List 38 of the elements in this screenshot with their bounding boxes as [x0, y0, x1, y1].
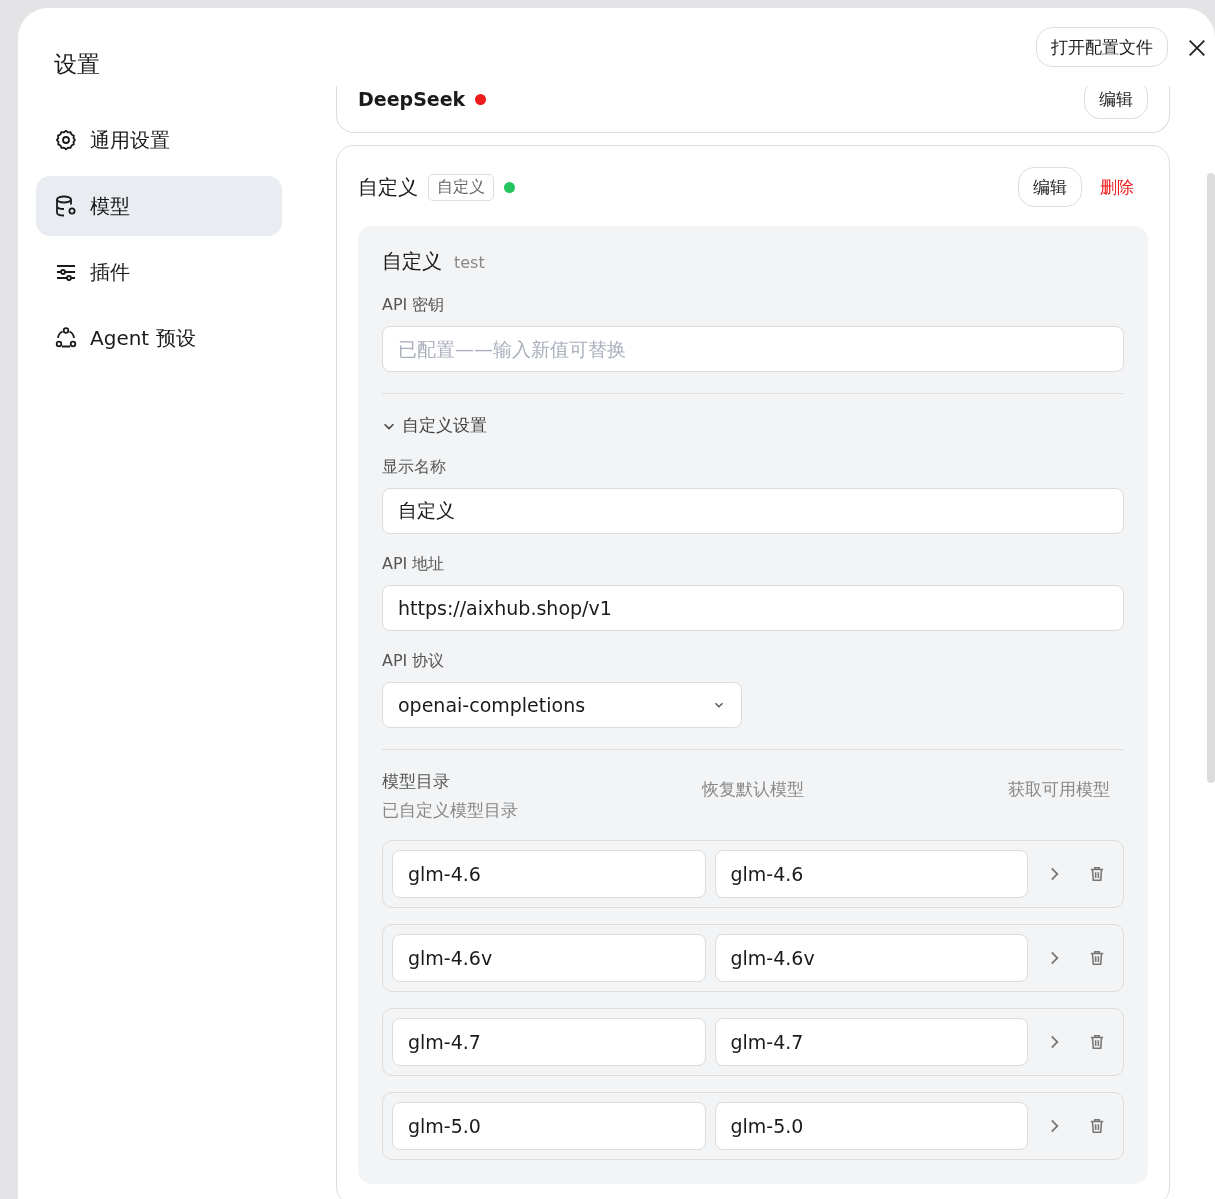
sidebar-item[interactable]: 通用设置 [36, 110, 282, 170]
field-label: 显示名称 [382, 457, 446, 478]
open-config-button[interactable]: 打开配置文件 [1036, 27, 1168, 67]
field-label: API 地址 [382, 554, 445, 575]
gear-icon [54, 128, 78, 152]
dialog-title: 设置 [54, 50, 100, 79]
model-id-field[interactable]: glm-4.6v [392, 934, 706, 982]
model-name-field[interactable]: glm-4.6 [714, 850, 1028, 898]
model-name-field[interactable]: glm-4.7 [714, 1018, 1028, 1066]
provider-tag: 自定义 [428, 173, 494, 201]
model-id-field[interactable]: glm-4.6 [392, 850, 706, 898]
model-name-field[interactable]: glm-4.6v [714, 934, 1028, 982]
sidebar-item[interactable]: 模型 [36, 176, 282, 236]
model-id-field[interactable]: glm-5.0 [392, 1102, 706, 1150]
settings-title: 自定义 [382, 248, 442, 275]
settings-subtitle: test [454, 253, 485, 272]
api-url-field[interactable]: https://aixhub.shop/v1 [382, 585, 1124, 631]
field-label: API 密钥 [382, 295, 445, 316]
field-label: API 协议 [382, 651, 445, 672]
protocol-dropdown[interactable]: openai-completions [382, 682, 742, 728]
nodes-icon [54, 326, 78, 350]
edit-button[interactable]: 编辑 [1018, 167, 1082, 207]
sidebar-item[interactable]: Agent 预设 [36, 308, 282, 368]
edit-button[interactable]: 编辑 [1084, 86, 1148, 119]
api-key-field[interactable]: 已配置——输入新值可替换 [382, 326, 1124, 372]
display-name-field[interactable]: 自定义 [382, 488, 1124, 534]
provider-name: 自定义 [358, 173, 418, 201]
model-name-field[interactable]: glm-5.0 [714, 1102, 1028, 1150]
catalog-subtitle: 已自定义模型目录 [382, 799, 519, 822]
provider-name: DeepSeek [358, 88, 466, 110]
sidebar-item[interactable]: 插件 [36, 242, 282, 302]
model-id-field[interactable]: glm-4.7 [392, 1018, 706, 1066]
catalog-title: 模型目录 [382, 770, 451, 793]
delete-button[interactable]: 删除 [1092, 175, 1148, 199]
close-icon[interactable] [1186, 37, 1208, 59]
database-gear-icon [54, 194, 78, 218]
custom-settings-toggle[interactable]: 自定义设置 [382, 414, 487, 437]
scrollbar[interactable] [1207, 173, 1215, 783]
